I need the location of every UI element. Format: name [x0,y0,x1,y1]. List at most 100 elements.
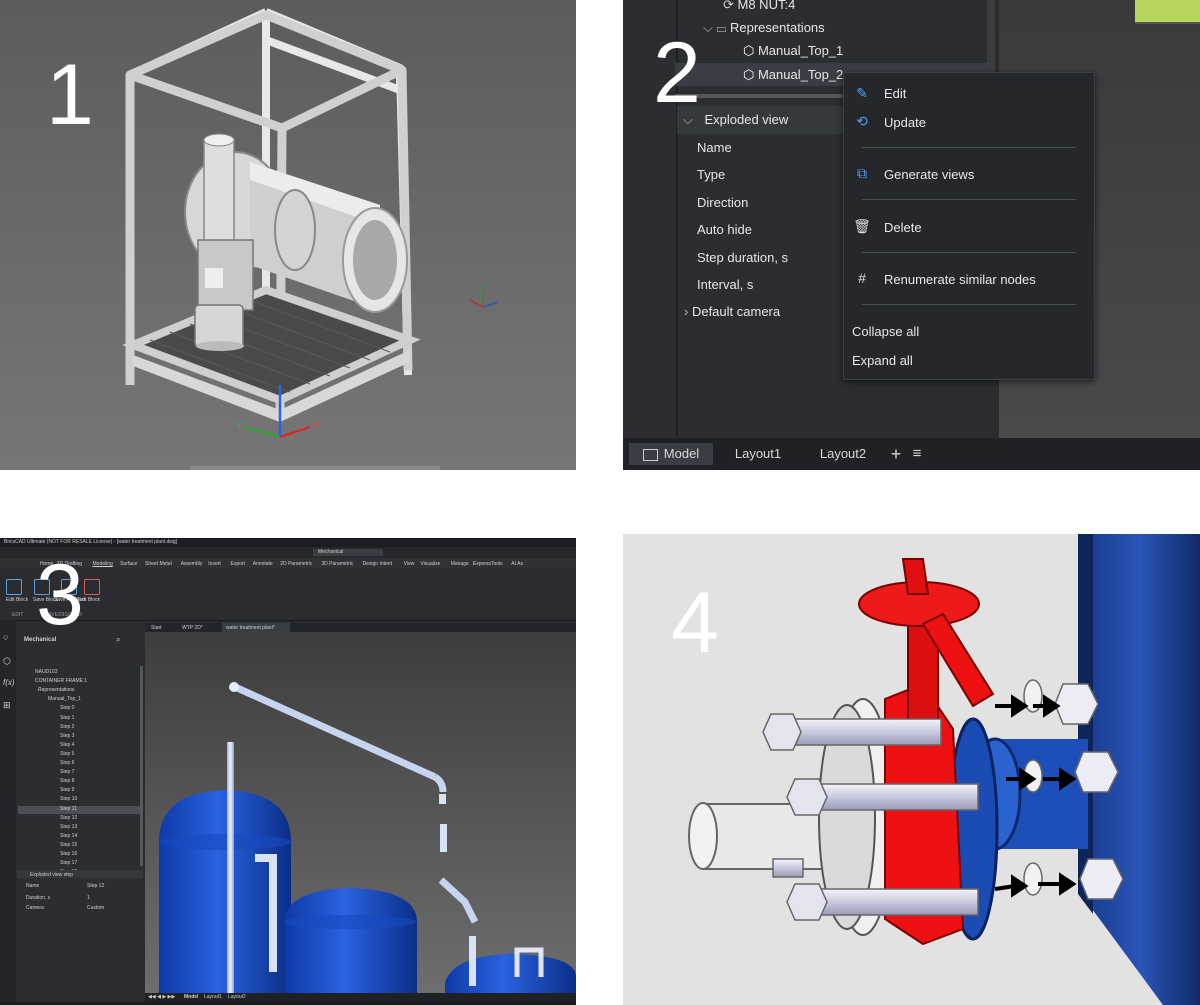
tree-step-item[interactable]: Step 1 [60,715,74,721]
function-icon[interactable]: f(x) [3,678,15,687]
selected-row-highlight[interactable] [18,806,140,814]
prop-duration-label: Duration, s [26,895,51,901]
tree-row-nut[interactable]: ⟳ M8 NUT:4 [723,0,795,13]
chevron-right-icon: › [684,304,692,319]
tree-step-item[interactable]: Step 8 [60,778,74,784]
prop-type: Type [697,167,726,182]
tree-step-item[interactable]: Step 14 [60,833,77,839]
chevron-down-icon[interactable]: ⌵ [703,20,716,35]
svg-text:Y: Y [236,420,243,431]
tree-node[interactable]: NAUD103 [35,669,58,675]
menu-item-expand-all[interactable]: Expand all [852,353,913,368]
ribbon-tab-row: Home 2D Drafting Modeling Surface Sheet Meta… [40,561,576,568]
ribbon-btn-edit-block[interactable]: Edit Block [6,597,28,603]
tree-step-item[interactable]: Step 17 [60,860,77,866]
ribbon-tab[interactable]: Sheet Metal [145,561,172,567]
exit-block-icon[interactable] [84,579,100,595]
tree-step-item[interactable]: Step 9 [60,787,74,793]
ribbon-tab[interactable]: Modeling [93,561,113,567]
structure-icon[interactable]: ⊞ [3,700,11,711]
tab-layout1[interactable]: Layout1 [204,994,222,1000]
tree-step-item[interactable]: Step 10 [60,796,77,802]
menu-item-edit[interactable]: Edit [884,86,906,101]
exploded-cube-icon: ⬡ [743,43,758,58]
ribbon-tab[interactable]: Export [231,561,245,567]
menu-separator [862,199,1076,200]
ribbon-tab[interactable]: Surface [120,561,137,567]
tree-step-item[interactable]: Step 2 [60,724,74,730]
tab-layout2[interactable]: Layout2 [803,443,883,465]
tab-model[interactable]: Model [184,994,198,1000]
folder-icon: ▭ [716,20,730,35]
tree-node[interactable]: Manual_Top_1 [48,696,81,702]
tab-model[interactable]: Model [629,443,713,465]
tree-step-item[interactable]: Step 4 [60,742,74,748]
tree-step-item[interactable]: Step 12 [60,815,77,821]
tab-nav-arrows[interactable]: ◀◀ ◀ ▶ ▶▶ [148,994,175,1000]
doc-tab-water-plant[interactable]: water treatment plant* [226,625,275,631]
tree-step-item[interactable]: Step 7 [60,769,74,775]
trash-icon: 🗑 [853,218,871,234]
tree-row-representations[interactable]: ⌵ ▭ Representations [703,20,825,36]
ribbon-tab[interactable]: AI As [511,561,523,567]
panel-number-2: 2 [653,25,701,121]
window-title: BricsCAD Ultimate (NOT FOR RESALE Licens… [4,539,178,545]
edit-block-icon[interactable] [6,579,22,595]
ribbon-tab[interactable]: View [404,561,415,567]
props-header-label: Exploded view step [30,872,74,878]
tree-step-item[interactable]: Step 6 [60,760,74,766]
prop-default-camera[interactable]: › Default camera [684,304,780,319]
tab-layout2[interactable]: Layout2 [228,994,246,1000]
doc-tab-start[interactable]: Start [151,625,162,631]
tree-step-item[interactable]: Step 3 [60,733,74,739]
generate-views-icon: ⧉ [857,165,867,181]
exploded-cube-icon: ⬡ [743,67,758,82]
ribbon-tab[interactable]: Manage [451,561,469,567]
menu-item-update[interactable]: Update [884,115,926,130]
menu-item-collapse-all[interactable]: Collapse all [852,324,919,339]
component-icon: ⟳ [723,0,738,12]
tree-step-item[interactable]: Step 0 [60,705,74,711]
cube-icon[interactable]: ⬡ [3,656,11,667]
tree-step-item[interactable]: Step 5 [60,751,74,757]
menu-separator [862,304,1076,305]
lightbulb-icon[interactable]: ○ [3,632,8,642]
browser-search-icon[interactable]: ⌕ [116,635,120,645]
prop-name: Name [697,140,732,155]
workspace-label: Mechanical [318,549,344,555]
ribbon-tab[interactable]: Assembly [181,561,203,567]
quick-access-toolbar [0,547,576,558]
ribbon-tab[interactable]: Design Intent [363,561,392,567]
tree-step-item[interactable]: Step 11 [60,806,77,812]
menu-item-renumerate[interactable]: Renumerate similar nodes [884,272,1036,287]
ribbon-tab[interactable]: Visualize [420,561,440,567]
tree-row-manual-top-1[interactable]: ⬡ Manual_Top_1 [743,43,843,59]
menu-item-delete[interactable]: Delete [884,220,922,235]
add-layout-icon[interactable]: + [887,443,905,465]
edit-pencil-icon: ✎ [856,85,868,101]
tab-layout1[interactable]: Layout1 [718,443,798,465]
tree-node[interactable]: CONTAINER FRAME:1 [35,678,87,684]
browser-scrollbar[interactable] [140,666,143,866]
tree-step-item[interactable]: Step 16 [60,851,77,857]
tree-step-item[interactable]: Step 13 [60,824,77,830]
ribbon-tab[interactable]: 2D Parametric [280,561,312,567]
svg-text:X: X [314,420,321,431]
panel-number-3: 3 [36,547,84,643]
ribbon-tab[interactable]: Annotate [253,561,273,567]
tree-step-item[interactable]: Step 15 [60,842,77,848]
panel-4-exploded-valve: 4 [623,534,1200,1005]
tree-node[interactable]: Representations [38,687,74,693]
model-icon [642,448,658,461]
menu-separator [862,147,1076,148]
ribbon-tab[interactable]: ExpressTools [473,561,503,567]
panel-2-mechanical-browser: ⟳ M8 NUT:4 ⌵ ▭ Representations ⬡ Manual_… [623,0,1200,470]
ribbon-tab[interactable]: Insert [208,561,221,567]
model-fragment [1135,0,1200,24]
ribbon-group-edit: EDIT [12,612,24,618]
model-viewport-3d[interactable] [145,632,576,995]
menu-item-generate-views[interactable]: Generate views [884,167,974,182]
doc-tab-wtp2d[interactable]: WTP 2D* [182,625,203,631]
layout-list-icon[interactable]: ≡ [908,443,926,465]
ribbon-tab[interactable]: 3D Parametric [321,561,353,567]
